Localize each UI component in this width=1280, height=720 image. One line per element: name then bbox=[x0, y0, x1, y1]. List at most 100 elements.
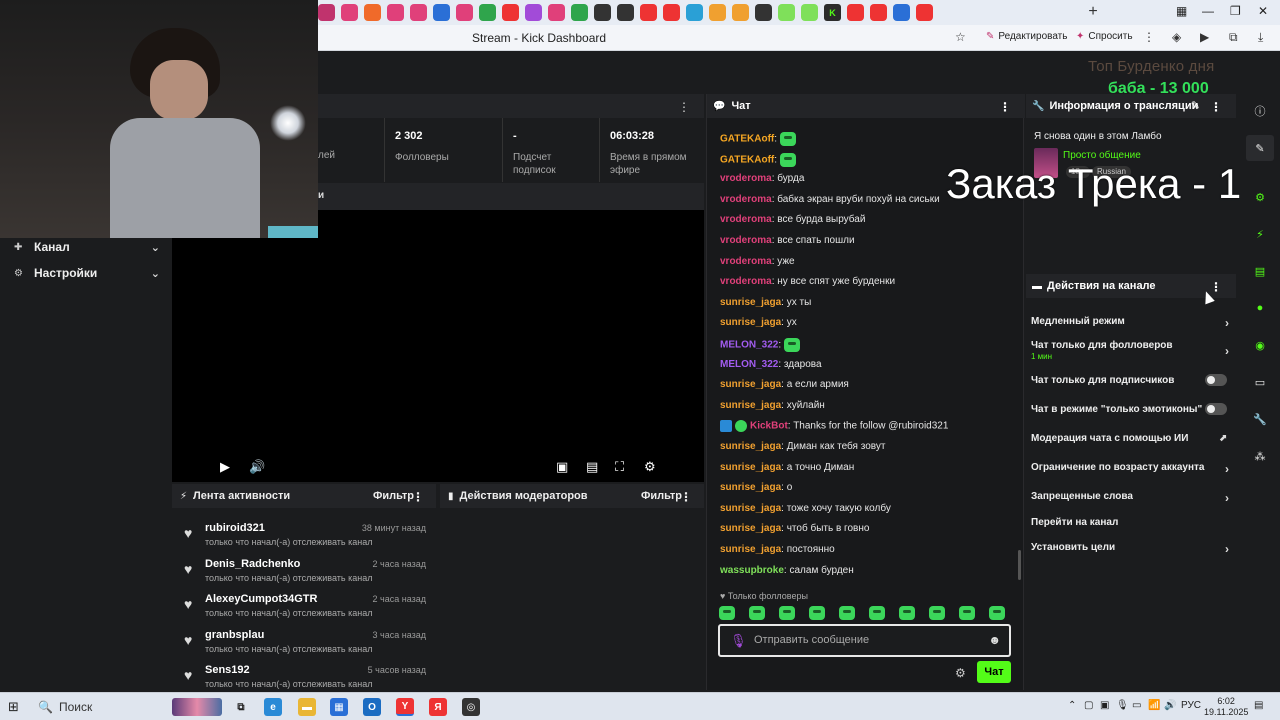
taskbar-search[interactable]: 🔍 Поиск bbox=[38, 697, 226, 717]
media-icon[interactable]: ▶ bbox=[1200, 30, 1209, 44]
subs-chat-toggle[interactable] bbox=[1205, 374, 1227, 386]
tab-favicon[interactable] bbox=[502, 4, 519, 21]
more-icon[interactable]: ⋮ bbox=[999, 100, 1011, 114]
chat-username[interactable]: sunrise_jaga bbox=[720, 400, 781, 411]
slow-mode-item[interactable]: Медленный режим › bbox=[1031, 316, 1229, 330]
chat-input[interactable]: 🎙 Отправить сообщение ☻ bbox=[718, 624, 1011, 657]
profile-icon[interactable]: ▦ bbox=[1176, 4, 1187, 18]
edge-icon[interactable]: e bbox=[264, 698, 282, 716]
close-button[interactable]: ✕ bbox=[1258, 4, 1268, 18]
minimize-button[interactable]: — bbox=[1202, 4, 1214, 18]
emote-icon[interactable] bbox=[839, 606, 855, 620]
tab-favicon[interactable] bbox=[916, 4, 933, 21]
chat-username[interactable]: GATEKAoff bbox=[720, 154, 774, 165]
activity-user[interactable]: rubiroid321 bbox=[205, 522, 265, 534]
chat-username[interactable]: sunrise_jaga bbox=[720, 503, 781, 514]
chat-username[interactable]: sunrise_jaga bbox=[720, 317, 781, 328]
maximize-button[interactable]: ❐ bbox=[1230, 4, 1241, 18]
pip-icon[interactable]: ▣ bbox=[556, 459, 568, 475]
emote-icon[interactable] bbox=[869, 606, 885, 620]
chat-username[interactable]: KickBot bbox=[750, 421, 788, 432]
lightning-icon[interactable]: ⚡ bbox=[1246, 221, 1274, 247]
emote-icon[interactable] bbox=[899, 606, 915, 620]
banned-words-item[interactable]: Запрещенные слова › bbox=[1031, 491, 1229, 505]
speaker-icon[interactable]: 🔊 bbox=[1164, 700, 1176, 711]
tab-favicon[interactable] bbox=[456, 4, 473, 21]
tab-favicon[interactable] bbox=[686, 4, 703, 21]
volume-icon[interactable]: 🔊 bbox=[249, 459, 265, 475]
chat-username[interactable]: vroderoma bbox=[720, 173, 772, 184]
activity-user[interactable]: Denis_Radchenko bbox=[205, 558, 300, 570]
chat-username[interactable]: vroderoma bbox=[720, 256, 772, 267]
tab-favicon[interactable] bbox=[548, 4, 565, 21]
bookmark-icon[interactable]: ☆ bbox=[955, 30, 966, 44]
emote-icon[interactable] bbox=[719, 606, 735, 620]
outlook-icon[interactable]: O bbox=[363, 698, 381, 716]
pencil-icon[interactable]: ✎ bbox=[1191, 99, 1200, 112]
ai-moderation-item[interactable]: Модерация чата с помощью ИИ ⬈ bbox=[1031, 433, 1229, 444]
tab-favicon[interactable] bbox=[778, 4, 795, 21]
chat-username[interactable]: vroderoma bbox=[720, 235, 772, 246]
more-icon[interactable]: ⋮ bbox=[1143, 30, 1155, 44]
activity-user[interactable]: Sens192 bbox=[205, 664, 250, 676]
tab-favicon[interactable] bbox=[410, 4, 427, 21]
emoji-icon[interactable]: ☻ bbox=[988, 633, 1001, 647]
chat-username[interactable]: vroderoma bbox=[720, 214, 772, 225]
tab-favicon[interactable] bbox=[594, 4, 611, 21]
tab-favicon[interactable] bbox=[479, 4, 496, 21]
tab-favicon[interactable] bbox=[893, 4, 910, 21]
chat-scrollbar[interactable] bbox=[1018, 550, 1021, 580]
new-tab-button[interactable]: + bbox=[1084, 3, 1102, 21]
tab-favicon[interactable] bbox=[847, 4, 864, 21]
chat-bubble-icon[interactable]: ● bbox=[1246, 295, 1274, 321]
store-icon[interactable]: ▦ bbox=[330, 698, 348, 716]
sidebar-item-channel[interactable]: ✚ Канал ⌄ bbox=[14, 238, 160, 256]
mic-icon[interactable]: 🎙 bbox=[1116, 700, 1129, 711]
chat-username[interactable]: sunrise_jaga bbox=[720, 379, 781, 390]
document-icon[interactable]: ▤ bbox=[1246, 258, 1274, 284]
tab-favicon[interactable] bbox=[364, 4, 381, 21]
tab-favicon[interactable] bbox=[341, 4, 358, 21]
more-icon[interactable]: ⋮ bbox=[1210, 100, 1222, 114]
settings-icon[interactable]: ⚙ bbox=[644, 459, 656, 475]
chat-username[interactable]: MELON_322 bbox=[720, 359, 778, 370]
emote-icon[interactable] bbox=[779, 606, 795, 620]
tray-app-icon[interactable]: ▢ bbox=[1084, 700, 1093, 711]
ask-button[interactable]: ✦ Спросить bbox=[1076, 31, 1133, 42]
download-icon[interactable]: ⤓ bbox=[1258, 30, 1263, 45]
chat-username[interactable]: vroderoma bbox=[720, 194, 772, 205]
chat-send-button[interactable]: Чат bbox=[977, 661, 1011, 683]
notification-icon[interactable]: ▤ bbox=[1254, 700, 1263, 711]
emote-icon[interactable] bbox=[809, 606, 825, 620]
broadcast-icon[interactable]: ◉ bbox=[1246, 332, 1274, 358]
mic-icon[interactable]: 🎙 bbox=[730, 633, 747, 649]
language-indicator[interactable]: РУС bbox=[1181, 700, 1201, 711]
wrench-icon[interactable]: 🔧 bbox=[1246, 406, 1274, 432]
yandex-browser-icon[interactable]: Y bbox=[396, 698, 414, 716]
activity-user[interactable]: granbsplau bbox=[205, 629, 264, 641]
tray-app-icon[interactable]: ▭ bbox=[1132, 700, 1141, 711]
collections-icon[interactable]: ⧉ bbox=[1229, 30, 1238, 45]
chat-username[interactable]: sunrise_jaga bbox=[720, 544, 781, 555]
tab-favicon[interactable] bbox=[870, 4, 887, 21]
chat-username[interactable]: sunrise_jaga bbox=[720, 523, 781, 534]
edit-button[interactable]: ✎ Редактировать bbox=[986, 31, 1067, 42]
tab-favicon[interactable] bbox=[617, 4, 634, 21]
pencil-icon[interactable]: ✎ bbox=[1246, 135, 1274, 161]
tab-favicon[interactable] bbox=[640, 4, 657, 21]
tab-favicon[interactable] bbox=[732, 4, 749, 21]
tab-favicon[interactable] bbox=[318, 4, 335, 21]
chat-username[interactable]: sunrise_jaga bbox=[720, 482, 781, 493]
video-player[interactable] bbox=[172, 210, 704, 482]
tab-favicon[interactable] bbox=[525, 4, 542, 21]
emote-chat-toggle[interactable] bbox=[1205, 403, 1227, 415]
chat-username[interactable]: MELON_322 bbox=[720, 340, 778, 351]
chat-username[interactable]: sunrise_jaga bbox=[720, 297, 781, 308]
tray-chevron-icon[interactable]: ⌃ bbox=[1068, 700, 1076, 711]
tab-favicon[interactable] bbox=[433, 4, 450, 21]
more-icon[interactable]: ⋮ bbox=[678, 100, 690, 114]
tab-favicon[interactable] bbox=[663, 4, 680, 21]
server-icon[interactable]: ▭ bbox=[1246, 369, 1274, 395]
gear-icon[interactable]: ⚙ bbox=[1246, 184, 1274, 210]
tab-kick-active[interactable]: K bbox=[824, 4, 841, 21]
